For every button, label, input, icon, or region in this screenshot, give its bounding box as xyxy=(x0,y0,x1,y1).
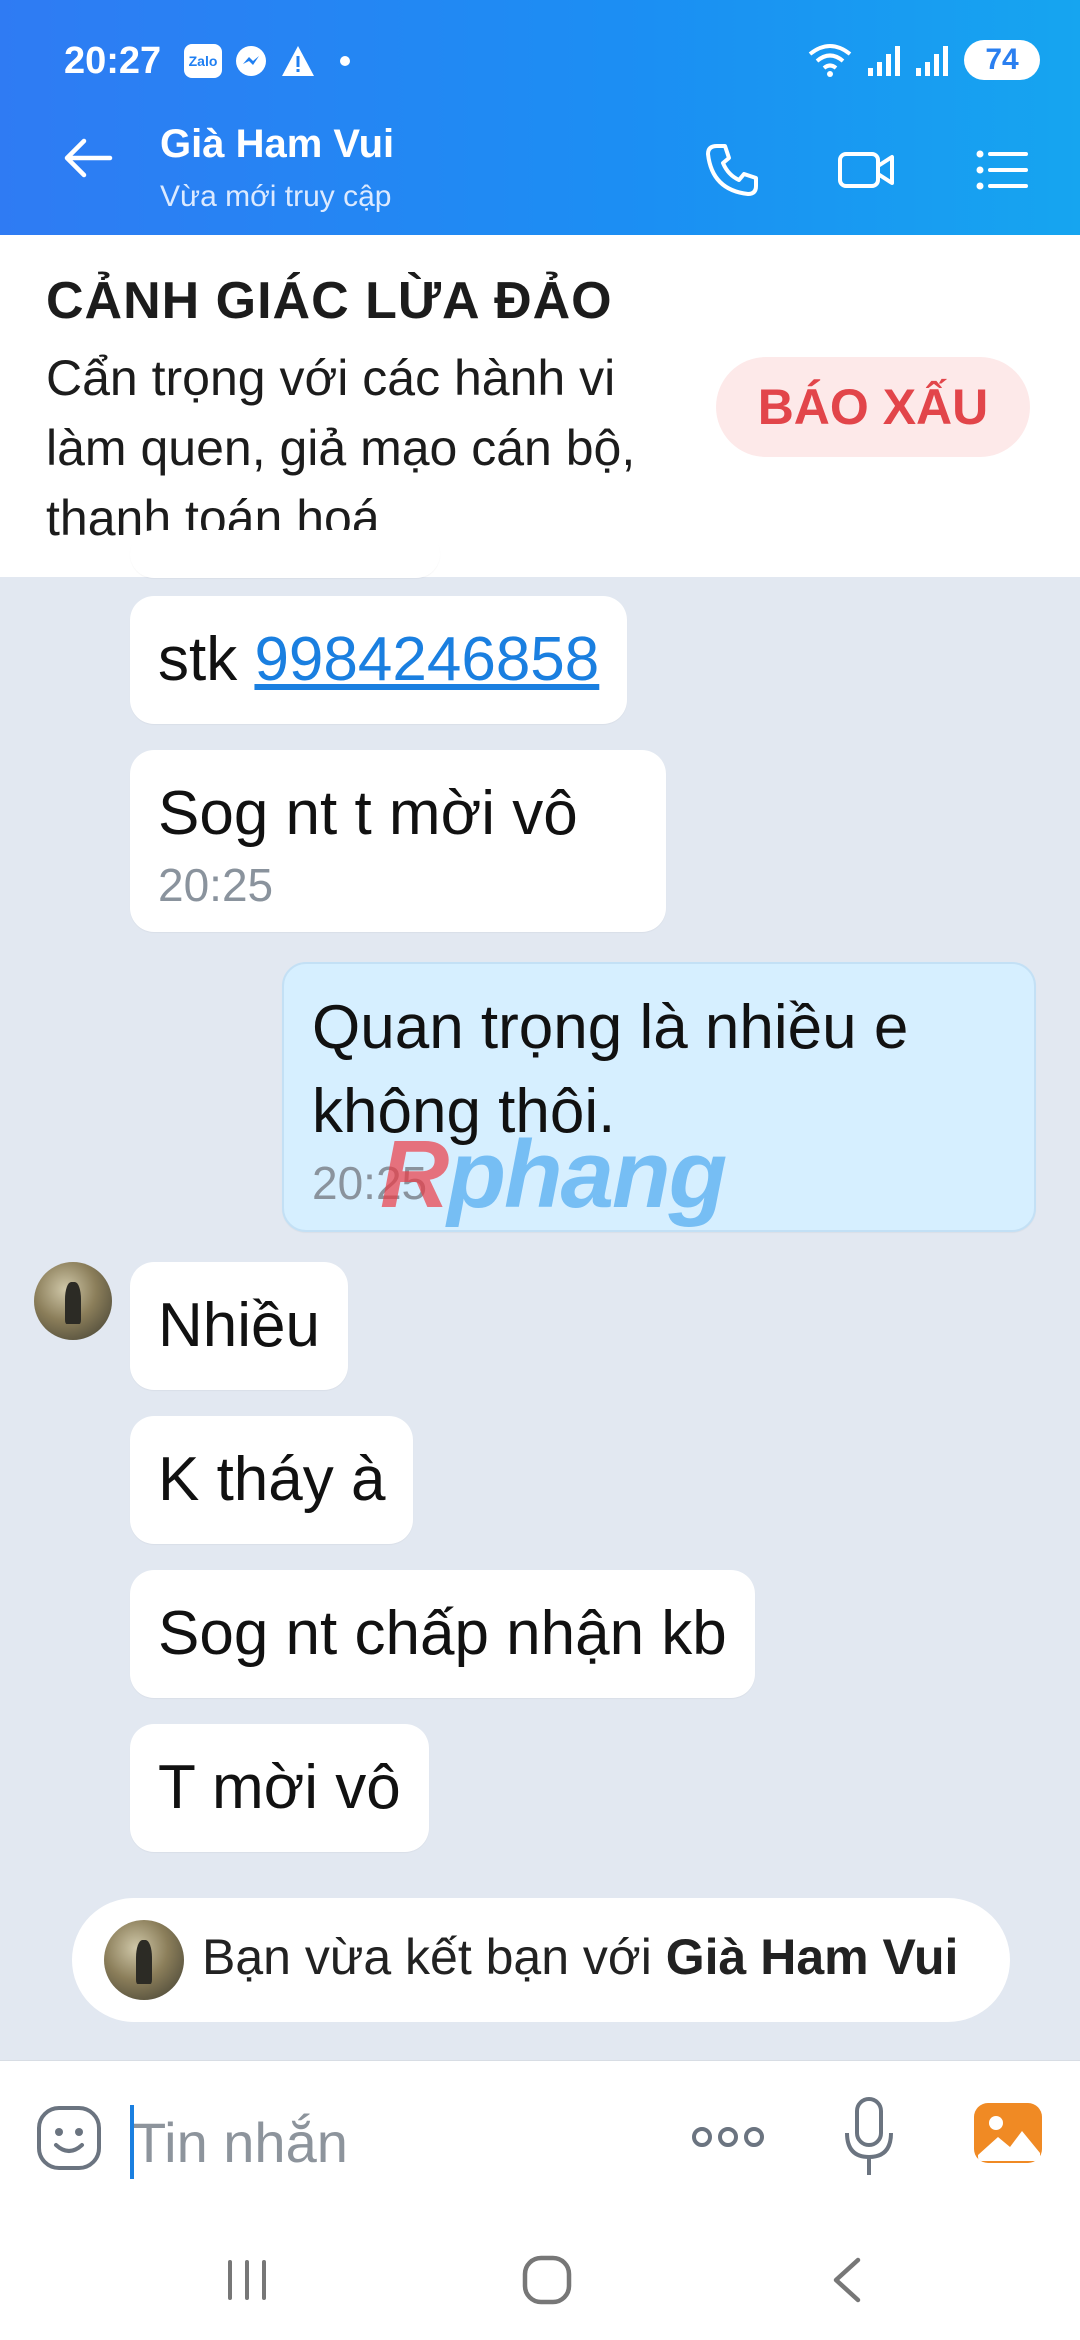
phone-icon xyxy=(706,144,758,196)
message-bubble[interactable]: stk 9984246858 xyxy=(130,596,628,724)
text-cursor xyxy=(130,2105,134,2179)
battery-indicator: 74 xyxy=(964,40,1040,80)
account-number-link[interactable]: 9984246858 xyxy=(254,625,599,694)
message-text: Quan trọng là nhiều e không thôi. xyxy=(312,993,909,1146)
message-bubble[interactable]: Sog nt t mời vô 20:25 xyxy=(130,750,666,932)
message-text: Nhiều xyxy=(158,1291,320,1360)
message-bubble-partial xyxy=(130,530,440,578)
wifi-icon xyxy=(808,44,852,77)
status-time: 20:27 xyxy=(64,40,162,82)
system-navigation-bar xyxy=(0,2220,1080,2340)
message-bubble[interactable]: K tháy à xyxy=(130,1416,414,1544)
friend-added-text: Bạn vừa kết bạn với Già Ham Vui xyxy=(202,1929,959,1985)
message-text: Sog nt t mời vô xyxy=(158,779,578,848)
message-time: 20:25 xyxy=(312,1157,428,1209)
message-bubble[interactable]: Sog nt chấp nhận kb xyxy=(130,1570,755,1698)
warning-body: Cẩn trọng với các hành vi làm quen, giả … xyxy=(46,350,636,546)
warning-icon xyxy=(282,46,314,76)
image-gallery-icon[interactable] xyxy=(972,2097,1044,2169)
message-text: K tháy à xyxy=(158,1445,386,1514)
zalo-app-icon: Zalo xyxy=(184,44,222,78)
contact-name[interactable]: Già Ham Vui xyxy=(160,122,394,167)
message-bubble[interactable]: Nhiều xyxy=(130,1262,348,1390)
sender-avatar[interactable] xyxy=(34,1262,112,1340)
friend-added-notice: Bạn vừa kết bạn với Già Ham Vui xyxy=(72,1898,1010,2022)
message-input[interactable] xyxy=(130,2101,634,2183)
status-notification-icons: Zalo xyxy=(184,44,350,78)
recent-apps-icon[interactable] xyxy=(212,2250,282,2310)
my-message-bubble[interactable]: Quan trọng là nhiều e không thôi. 20:25 xyxy=(282,962,1036,1232)
message-bubble[interactable]: T mời vô xyxy=(130,1724,429,1852)
warning-title: CẢNH GIÁC LỪA ĐẢO xyxy=(46,272,613,330)
contact-status: Vừa mới truy cập xyxy=(160,180,392,213)
list-menu-icon xyxy=(976,150,1028,190)
video-call-button[interactable] xyxy=(834,138,898,202)
signal-icon-1 xyxy=(868,44,900,76)
menu-button[interactable] xyxy=(968,138,1032,202)
back-arrow-icon[interactable] xyxy=(58,128,118,188)
nav-back-icon[interactable] xyxy=(814,2250,884,2310)
message-input-bar xyxy=(0,2060,1080,2221)
status-system-icons: 74 xyxy=(808,40,1040,80)
chat-header: 20:27 Zalo 74 Già Ham Vui Vừa mới truy c… xyxy=(0,0,1080,235)
report-button[interactable]: BÁO XẤU xyxy=(716,357,1030,457)
friend-name: Già Ham Vui xyxy=(665,1929,959,1985)
more-options-icon[interactable] xyxy=(688,2117,768,2157)
messenger-icon xyxy=(236,46,266,76)
emoji-sticker-icon[interactable] xyxy=(34,2103,104,2173)
notification-dot xyxy=(340,56,350,66)
voice-call-button[interactable] xyxy=(700,138,764,202)
scam-warning-banner: CẢNH GIÁC LỪA ĐẢO Cẩn trọng với các hành… xyxy=(0,235,1080,577)
friend-avatar xyxy=(104,1920,184,2000)
signal-icon-2 xyxy=(916,44,948,76)
video-camera-icon xyxy=(838,152,894,188)
home-icon[interactable] xyxy=(512,2250,582,2310)
microphone-icon[interactable] xyxy=(840,2095,898,2181)
message-time: 20:25 xyxy=(158,859,274,911)
message-text: Sog nt chấp nhận kb xyxy=(158,1599,727,1668)
message-text: T mời vô xyxy=(158,1753,401,1822)
message-text: stk xyxy=(158,625,255,694)
